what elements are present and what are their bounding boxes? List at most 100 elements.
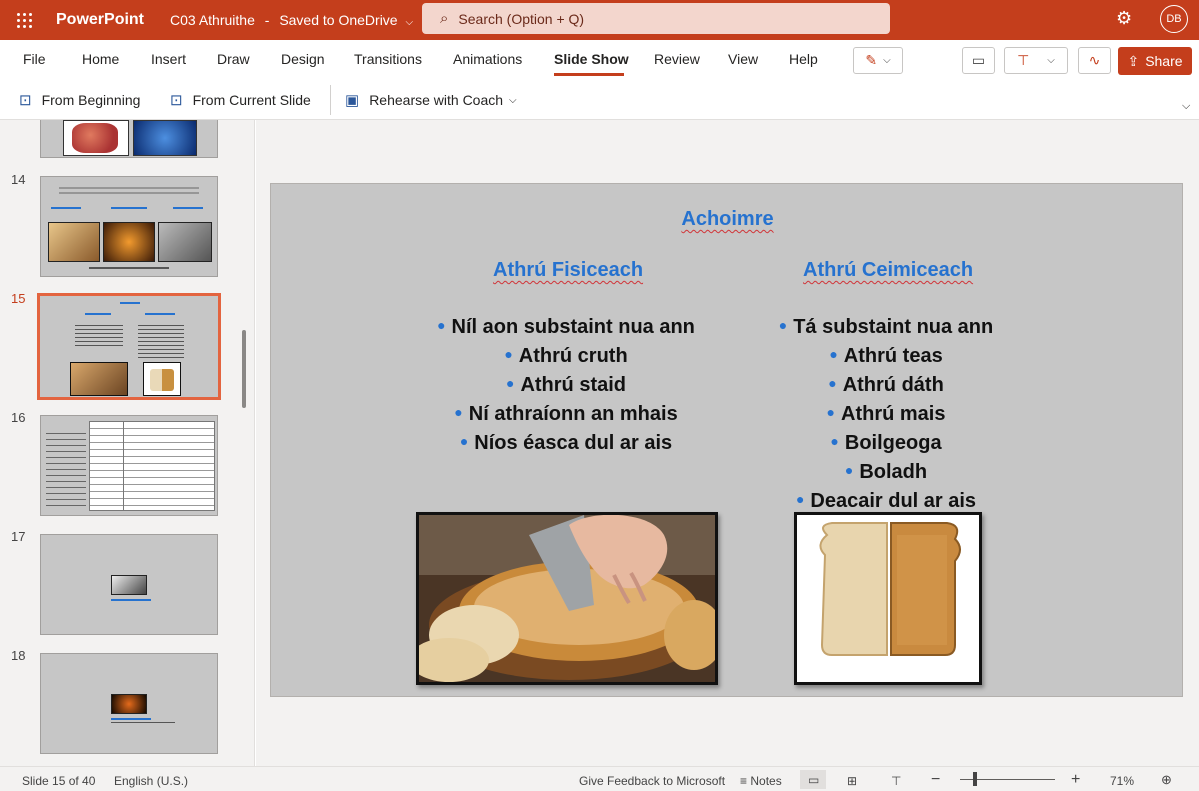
active-tab-indicator [554,73,624,76]
app-name[interactable]: PowerPoint [56,11,144,29]
tab-design[interactable]: Design [281,51,325,67]
language-indicator[interactable]: English (U.S.) [114,774,188,788]
chevron-down-icon: ⌵ [883,55,891,66]
fit-to-window-icon[interactable]: ⊕ [1161,772,1172,788]
slide-thumbnail-18[interactable] [40,653,218,754]
tab-draw[interactable]: Draw [217,51,250,67]
notes-toggle[interactable]: ≡ Notes [740,774,782,788]
rehearse-label: Rehearse with Coach [369,92,504,108]
thumb-image [48,222,100,262]
toast-image[interactable] [794,512,982,685]
bullet-icon: ● [828,375,837,391]
bullet-icon: ● [505,375,515,391]
physical-change-heading[interactable]: Athrú Fisiceach [493,259,643,282]
thumb-line [59,187,199,189]
tab-transitions[interactable]: Transitions [354,51,422,67]
thumb-line [145,313,175,315]
tab-review[interactable]: Review [654,51,700,67]
feedback-link[interactable]: Give Feedback to Microsoft [579,774,725,788]
thumb-line [85,313,111,315]
slide-thumbnail-16[interactable] [40,415,218,516]
thumb-image [133,120,197,156]
bullet-icon: ● [459,433,469,449]
thumb-line [59,192,199,194]
thumbnail-scrollbar[interactable] [242,330,246,408]
slide-thumbnail-17[interactable] [40,534,218,635]
list-item: ● Níos éasca dul ar ais [459,432,673,454]
zoom-out-button[interactable]: − [931,771,940,789]
chemical-change-list[interactable]: ● Tá substaint nua ann ● Athrú teas ● Athrú… [726,312,1046,515]
comments-button[interactable]: ▭ [962,47,995,74]
bullet-icon: ● [826,404,835,420]
thumbnail-number: 18 [11,648,26,663]
slide-title[interactable]: Achoimre [271,208,1184,231]
thumb-line [111,599,151,601]
bread-cutting-image[interactable] [416,512,718,685]
gear-icon[interactable]: ⚙ [1116,8,1132,29]
chevron-down-icon: ⌵ [1047,55,1055,66]
bullet-icon: ● [778,317,788,333]
normal-view-button[interactable]: ▭ [800,770,826,789]
slide-thumbnail-15[interactable] [37,293,221,400]
search-placeholder: Search (Option + Q) [458,10,585,27]
share-button[interactable]: ⇪ Share [1118,47,1192,75]
zoom-level[interactable]: 71% [1110,774,1134,788]
bullet-icon: ● [830,433,839,449]
status-bar: Slide 15 of 40 English (U.S.) Give Feedb… [0,766,1199,791]
slide-canvas[interactable]: Achoimre Athrú Fisiceach Athrú Ceimiceac… [270,183,1183,697]
slide-thumbnail-13[interactable] [40,120,218,158]
tab-slide-show[interactable]: Slide Show [554,51,629,67]
tab-animations[interactable]: Animations [453,51,522,67]
search-icon: ⌕ [440,10,449,27]
activity-icon: ∿ [1088,52,1101,68]
tab-view[interactable]: View [728,51,758,67]
thumbnail-number: 14 [11,172,26,187]
tab-insert[interactable]: Insert [151,51,186,67]
editing-mode-button[interactable]: ✎ ⌵ [853,47,903,74]
zoom-slider-thumb[interactable] [973,772,977,786]
from-beginning-button[interactable]: ⊡ From Beginning [19,91,140,109]
tab-home[interactable]: Home [82,51,119,67]
thumb-image [111,575,147,595]
thumb-line [111,722,175,723]
thumb-image [70,362,128,396]
chemical-change-heading[interactable]: Athrú Ceimiceach [803,259,973,282]
document-title[interactable]: C03 Athruithe - Saved to OneDrive ⌵ [170,12,413,28]
from-current-label: From Current Slide [192,92,311,108]
slide-thumbnail-pane[interactable]: 14 15 16 17 18 [0,120,255,766]
app-launcher-button[interactable] [0,0,48,40]
bullet-icon: ● [504,346,513,362]
thumb-line [89,267,169,269]
avatar[interactable]: DB [1160,5,1188,33]
from-current-slide-button[interactable]: ⊡ From Current Slide [170,91,311,109]
thumb-line [111,718,151,720]
reading-view-icon[interactable]: ⊤ [891,774,901,788]
share-label: Share [1145,53,1183,69]
tab-file[interactable]: File [23,51,46,67]
zoom-in-button[interactable]: + [1071,771,1080,789]
tab-help[interactable]: Help [789,51,818,67]
list-item: ● Boladh [844,461,928,483]
list-item: ● Athrú mais [826,403,946,425]
from-beginning-label: From Beginning [41,92,141,108]
rehearse-with-coach-button[interactable]: ▣ Rehearse with Coach ⌵ [345,91,517,109]
catch-up-button[interactable]: ∿ [1078,47,1111,74]
list-item: ● Tá substaint nua ann [778,316,994,338]
thumb-text-lines [138,322,184,360]
thumb-line [51,207,81,209]
title-separator: - [264,12,270,28]
list-item: ● Ní athraíonn an mhais [454,403,678,425]
slide-sorter-icon[interactable]: ⊞ [847,774,857,788]
search-box[interactable]: ⌕ Search (Option + Q) [422,3,890,34]
thumb-text [41,181,217,186]
ribbon-expand-icon[interactable]: ⌵ [1182,100,1190,113]
thumbnail-number: 17 [11,529,26,544]
physical-change-list[interactable]: ● Níl aon substaint nua ann ● Athrú cruth … [386,312,746,457]
thumb-line [120,302,140,304]
slide-thumbnail-14[interactable] [40,176,218,277]
thumb-image [111,694,147,714]
present-button[interactable]: ⊤ ⌵ [1004,47,1068,74]
thumb-line [173,207,203,209]
notes-label: Notes [750,774,782,788]
thumb-line [111,207,147,209]
